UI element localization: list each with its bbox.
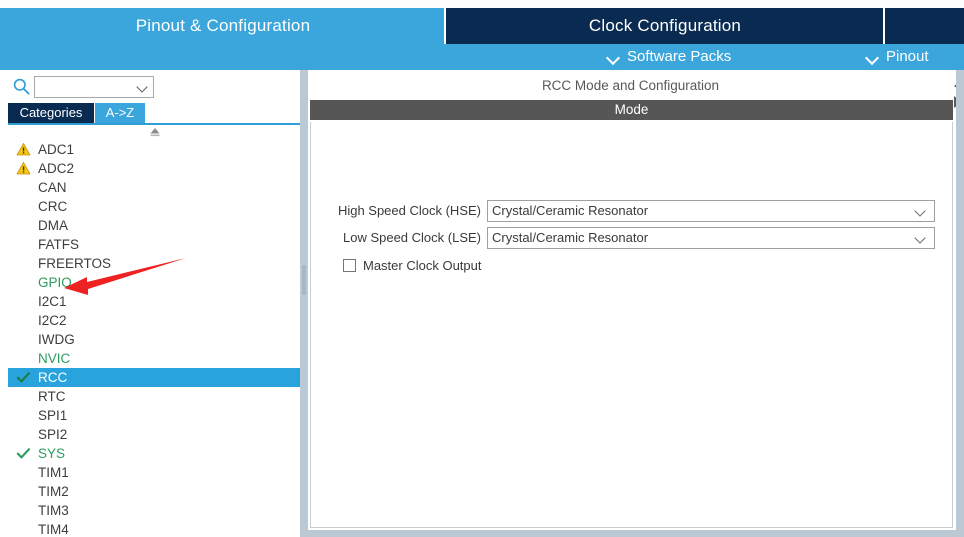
peripheral-item-label: SPI1 <box>38 408 68 423</box>
hse-label: High Speed Clock (HSE) <box>337 203 481 218</box>
peripheral-item-sys[interactable]: SYS <box>8 444 300 463</box>
peripheral-item-label: ADC2 <box>38 161 75 176</box>
peripheral-item-label: I2C2 <box>38 313 67 328</box>
tab-categories[interactable]: Categories <box>8 103 94 123</box>
chevron-down-icon[interactable] <box>915 235 926 242</box>
peripheral-item-tim3[interactable]: TIM3 <box>8 501 300 520</box>
tab-clock-configuration[interactable]: Clock Configuration <box>446 8 884 44</box>
peripheral-item-label: GPIO <box>38 275 72 290</box>
scroll-up-icon[interactable] <box>147 126 163 138</box>
warning-triangle-icon <box>16 142 31 156</box>
category-tabs-underline <box>8 123 300 125</box>
peripheral-item-fatfs[interactable]: FATFS <box>8 235 300 254</box>
check-icon <box>16 448 31 459</box>
splitter-grip[interactable] <box>302 265 306 295</box>
configuration-panel: RCC Mode and Configuration Mode High Spe… <box>308 70 960 530</box>
peripherals-list[interactable]: ADC1 ADC2 CAN CRC DMA FATFS FREERTOS GPIO I2C1 I2… <box>8 140 300 537</box>
category-view-tabs: Categories A->Z <box>0 103 300 125</box>
master-clock-output-checkbox[interactable] <box>343 258 356 272</box>
tab-pinout-configuration[interactable]: Pinout & Configuration <box>0 8 446 44</box>
tab-extra[interactable] <box>885 8 964 44</box>
peripheral-item-iwdg[interactable]: IWDG <box>8 330 300 349</box>
tab-a-to-z[interactable]: A->Z <box>95 103 145 123</box>
peripheral-item-gpio[interactable]: GPIO <box>8 273 300 292</box>
peripherals-panel: Categories A->Z ADC1 ADC2 CAN CRC DMA FATFS FR… <box>0 70 300 537</box>
search-combobox[interactable] <box>34 76 154 98</box>
peripheral-item-spi2[interactable]: SPI2 <box>8 425 300 444</box>
panel-title: RCC Mode and Configuration <box>541 78 720 93</box>
peripheral-item-i2c1[interactable]: I2C1 <box>8 292 300 311</box>
mode-form-area: High Speed Clock (HSE) Crystal/Ceramic R… <box>310 122 953 528</box>
hse-value: Crystal/Ceramic Resonator <box>492 203 649 218</box>
peripheral-item-label: DMA <box>38 218 68 233</box>
lse-select[interactable]: Crystal/Ceramic Resonator <box>487 227 935 249</box>
peripheral-item-label: RCC <box>38 370 68 385</box>
peripheral-item-spi1[interactable]: SPI1 <box>8 406 300 425</box>
peripheral-item-adc2[interactable]: ADC2 <box>8 159 300 178</box>
pinout-label: Pinout <box>886 48 929 65</box>
peripheral-item-label: FATFS <box>38 237 80 252</box>
software-packs-menu[interactable]: Software Packs <box>607 44 731 70</box>
lse-label: Low Speed Clock (LSE) <box>342 230 481 245</box>
hse-select[interactable]: Crystal/Ceramic Resonator <box>487 200 935 222</box>
window-top-strip <box>0 0 964 8</box>
lse-value: Crystal/Ceramic Resonator <box>492 230 649 245</box>
master-clock-output-row[interactable]: Master Clock Output <box>343 255 482 275</box>
master-clock-output-label: Master Clock Output <box>363 257 482 273</box>
mode-section-header: Mode <box>310 100 953 120</box>
software-packs-label: Software Packs <box>627 48 732 65</box>
peripheral-item-label: TIM3 <box>38 503 69 518</box>
right-edge-strip <box>956 70 964 537</box>
peripheral-item-label: TIM2 <box>38 484 69 499</box>
tab-separator-left <box>444 8 446 44</box>
peripheral-item-label: TIM1 <box>38 465 69 480</box>
bottom-edge-strip <box>308 530 960 537</box>
pinout-menu[interactable]: Pinout <box>866 44 929 70</box>
peripheral-item-freertos[interactable]: FREERTOS <box>8 254 300 273</box>
peripheral-item-tim1[interactable]: TIM1 <box>8 463 300 482</box>
peripheral-item-label: SYS <box>38 446 66 461</box>
search-input[interactable] <box>38 79 131 96</box>
peripheral-item-label: CAN <box>38 180 67 195</box>
peripheral-item-crc[interactable]: CRC <box>8 197 300 216</box>
chevron-down-icon <box>607 53 620 61</box>
search-icon[interactable] <box>13 78 30 95</box>
search-row <box>0 70 300 104</box>
peripheral-item-label: NVIC <box>38 351 71 366</box>
chevron-down-icon <box>866 53 879 61</box>
peripheral-item-label: ADC1 <box>38 142 75 157</box>
peripheral-item-adc1[interactable]: ADC1 <box>8 140 300 159</box>
tab-separator-right <box>883 8 885 44</box>
peripheral-item-label: TIM4 <box>38 522 69 537</box>
peripheral-item-tim4[interactable]: TIM4 <box>8 520 300 537</box>
peripheral-item-label: SPI2 <box>38 427 68 442</box>
chevron-down-icon[interactable] <box>137 84 148 91</box>
chevron-down-icon[interactable] <box>915 208 926 215</box>
peripheral-item-can[interactable]: CAN <box>8 178 300 197</box>
warning-triangle-icon <box>16 161 31 175</box>
peripheral-item-dma[interactable]: DMA <box>8 216 300 235</box>
peripheral-item-label: I2C1 <box>38 294 67 309</box>
peripheral-item-label: FREERTOS <box>38 256 112 271</box>
peripheral-item-label: IWDG <box>38 332 75 347</box>
peripheral-item-rcc[interactable]: RCC <box>8 368 300 387</box>
main-tab-bar: Pinout & Configuration Clock Configurati… <box>0 8 964 44</box>
cubemx-window: Pinout & Configuration Clock Configurati… <box>0 0 964 537</box>
check-icon <box>16 372 31 383</box>
peripheral-item-label: CRC <box>38 199 68 214</box>
peripheral-item-label: RTC <box>38 389 66 404</box>
peripheral-item-i2c2[interactable]: I2C2 <box>8 311 300 330</box>
peripheral-item-rtc[interactable]: RTC <box>8 387 300 406</box>
secondary-bar: Software Packs Pinout <box>0 44 964 70</box>
peripheral-item-tim2[interactable]: TIM2 <box>8 482 300 501</box>
peripheral-item-nvic[interactable]: NVIC <box>8 349 300 368</box>
panel-splitter[interactable] <box>300 70 308 537</box>
